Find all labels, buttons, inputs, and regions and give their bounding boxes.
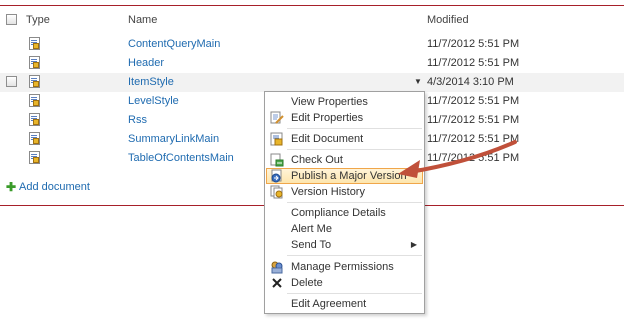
menu-item-compliance-details[interactable]: Compliance Details (266, 205, 423, 221)
menu-item-label: Check Out (291, 154, 343, 166)
menu-item-label: Delete (291, 277, 323, 289)
modified-column-header[interactable]: Modified (427, 14, 469, 26)
menu-item-version-history[interactable]: Version History (266, 184, 423, 200)
edit-properties-icon (270, 111, 284, 125)
document-icon (29, 37, 40, 50)
menu-item-label: Publish a Major Version (291, 170, 407, 182)
top-rule (0, 5, 624, 6)
menu-item-edit-document[interactable]: Edit Document (266, 131, 423, 147)
version-history-icon (270, 185, 284, 199)
check-out-icon (270, 153, 284, 167)
document-name-link[interactable]: Header (128, 57, 164, 69)
menu-item-delete[interactable]: Delete (266, 275, 423, 291)
modified-date: 11/7/2012 5:51 PM (427, 95, 520, 107)
document-name-link[interactable]: ContentQueryMain (128, 38, 220, 50)
add-document-label[interactable]: Add document (19, 181, 90, 193)
menu-separator (287, 128, 422, 129)
document-name-link[interactable]: TableOfContentsMain (128, 152, 234, 164)
permissions-icon (270, 260, 284, 274)
menu-item-send-to[interactable]: Send To ▶ (266, 237, 423, 253)
document-name-link[interactable]: ItemStyle (128, 76, 174, 88)
menu-item-publish-major-version[interactable]: Publish a Major Version (266, 168, 423, 184)
modified-date: 11/7/2012 5:51 PM (427, 57, 520, 69)
item-menu-dropdown-icon[interactable]: ▼ (414, 77, 422, 86)
modified-date: 11/7/2012 5:51 PM (427, 114, 520, 126)
table-row[interactable]: Header 11/7/2012 5:51 PM (0, 54, 624, 73)
list-header: Type Name Modified (0, 10, 624, 30)
document-name-link[interactable]: SummaryLinkMain (128, 133, 219, 145)
type-column-header[interactable]: Type (26, 14, 50, 26)
row-checkbox[interactable] (6, 76, 17, 87)
menu-item-edit-agreement[interactable]: Edit Agreement (266, 296, 423, 312)
menu-item-view-properties[interactable]: View Properties (266, 94, 423, 110)
menu-item-label: Alert Me (291, 223, 332, 235)
menu-item-label: Edit Properties (291, 112, 364, 124)
menu-item-check-out[interactable]: Check Out (266, 152, 423, 168)
document-name-link[interactable]: LevelStyle (128, 95, 179, 107)
menu-item-label: Edit Document (291, 133, 364, 145)
table-row-selected[interactable]: ItemStyle ▼ 4/3/2014 3:10 PM (0, 73, 624, 92)
menu-item-edit-properties[interactable]: Edit Properties (266, 110, 423, 126)
document-icon (29, 132, 40, 145)
modified-date: 11/7/2012 5:51 PM (427, 152, 520, 164)
delete-x-icon (270, 276, 284, 290)
modified-date: 11/7/2012 5:51 PM (427, 133, 520, 145)
menu-item-alert-me[interactable]: Alert Me (266, 221, 423, 237)
menu-item-label: Edit Agreement (291, 298, 367, 310)
menu-separator (287, 149, 422, 150)
menu-separator (287, 255, 422, 256)
word-doc-icon (270, 132, 284, 146)
document-name-link[interactable]: Rss (128, 114, 147, 126)
add-plus-icon: ✚ (6, 180, 17, 194)
name-column-header[interactable]: Name (128, 14, 157, 26)
document-icon (29, 75, 40, 88)
document-icon (29, 94, 40, 107)
menu-item-label: View Properties (291, 96, 368, 108)
item-context-menu: View Properties Edit Properties Edit Doc… (264, 91, 425, 314)
menu-item-label: Compliance Details (291, 207, 386, 219)
menu-separator (287, 293, 422, 294)
document-icon (29, 151, 40, 164)
publish-icon (270, 169, 284, 183)
menu-item-manage-permissions[interactable]: Manage Permissions (266, 259, 423, 275)
modified-date: 4/3/2014 3:10 PM (427, 76, 514, 88)
document-icon (29, 56, 40, 69)
menu-item-label: Send To (291, 239, 332, 251)
modified-date: 11/7/2012 5:51 PM (427, 38, 520, 50)
menu-separator (287, 202, 422, 203)
document-icon (29, 113, 40, 126)
select-all-checkbox[interactable] (6, 14, 17, 25)
table-row[interactable]: ContentQueryMain 11/7/2012 5:51 PM (0, 35, 624, 54)
submenu-arrow-icon: ▶ (410, 240, 417, 249)
menu-item-label: Version History (291, 186, 365, 198)
menu-item-label: Manage Permissions (291, 261, 394, 273)
